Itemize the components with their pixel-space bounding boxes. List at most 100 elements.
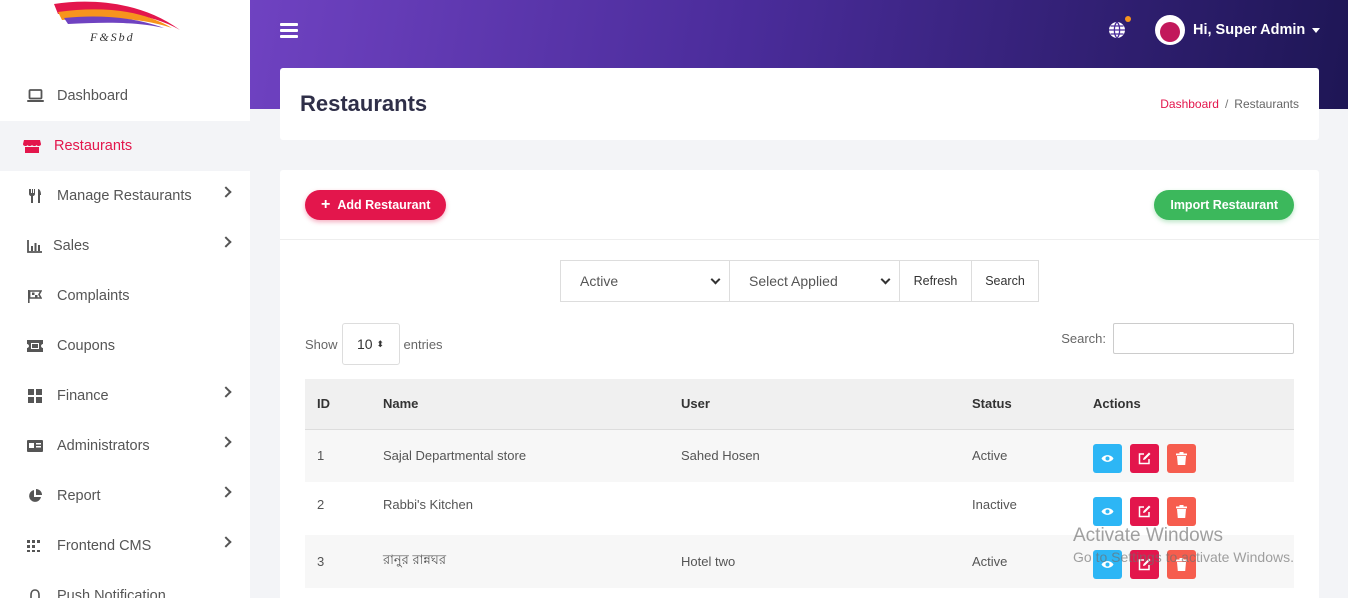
sidebar-item-label: Administrators	[57, 438, 150, 454]
edit-icon	[1138, 505, 1151, 518]
cell-id: 3	[317, 554, 325, 569]
cell-user: Hotel two	[681, 554, 736, 569]
cell-user	[669, 482, 960, 535]
edit-button[interactable]	[1130, 497, 1159, 526]
search-input[interactable]	[1113, 323, 1294, 354]
id-card-icon	[25, 438, 45, 454]
filter-bar: Active Select Applied Refresh Search	[560, 260, 1039, 302]
breadcrumb-current: Restaurants	[1234, 97, 1299, 111]
column-header-name[interactable]: Name	[371, 379, 669, 430]
watermark-title: Activate Windows	[1073, 525, 1223, 546]
sidebar-item-label: Manage Restaurants	[57, 188, 192, 204]
chevron-right-icon	[220, 536, 232, 548]
ticket-icon	[25, 338, 45, 354]
sidebar-item-label: Sales	[53, 238, 90, 254]
utensils-icon	[25, 188, 45, 204]
flag-icon	[25, 288, 45, 304]
delete-button[interactable]	[1167, 444, 1196, 474]
chevron-right-icon	[220, 486, 232, 498]
sidebar: F&Sbd Dashboard Restaurants Manage Resta…	[0, 0, 250, 598]
cell-name: রানুর রান্নঘর	[383, 552, 446, 567]
menu-toggle-icon[interactable]	[280, 23, 298, 38]
status-filter-select[interactable]: Active	[560, 260, 730, 302]
cell-name: Sajal Departmental store	[383, 448, 527, 464]
notification-dot	[1125, 16, 1131, 22]
sidebar-item-label: Finance	[57, 388, 109, 404]
add-restaurant-label: Add Restaurant	[337, 198, 431, 212]
column-header-user[interactable]: User	[669, 379, 960, 430]
breadcrumb-separator: /	[1224, 97, 1229, 111]
eye-icon	[1101, 455, 1114, 463]
bar-chart-icon	[24, 238, 44, 254]
cell-status: Inactive	[972, 497, 1017, 512]
cell-status: Active	[972, 448, 1008, 464]
user-menu[interactable]: Hi, Super Admin	[1155, 15, 1321, 45]
laptop-icon	[25, 88, 45, 104]
status-filter-value: Active	[580, 273, 619, 289]
avatar	[1155, 15, 1185, 45]
card-toolbar: + Add Restaurant Import Restaurant	[280, 170, 1319, 240]
edit-button[interactable]	[1130, 444, 1159, 474]
view-button[interactable]	[1093, 444, 1122, 474]
logo-swoosh-icon	[54, 1, 180, 30]
search-button[interactable]: Search	[972, 260, 1039, 302]
chevron-right-icon	[220, 186, 232, 198]
refresh-button[interactable]: Refresh	[900, 260, 972, 302]
chevron-right-icon	[220, 386, 232, 398]
sidebar-item-restaurants[interactable]: Restaurants	[0, 121, 250, 171]
trash-icon	[1176, 505, 1187, 518]
plus-icon: +	[321, 196, 331, 213]
sidebar-item-finance[interactable]: Finance	[0, 371, 250, 421]
view-button[interactable]	[1093, 497, 1122, 526]
sidebar-item-sales[interactable]: Sales	[0, 221, 250, 271]
sidebar-item-label: Dashboard	[57, 88, 128, 104]
applied-filter-select[interactable]: Select Applied	[730, 260, 900, 302]
entries-label: entries	[403, 336, 443, 352]
logo[interactable]: F&Sbd	[52, 0, 182, 56]
import-restaurant-button[interactable]: Import Restaurant	[1154, 190, 1294, 220]
caret-down-icon	[1312, 27, 1321, 33]
edit-icon	[1138, 452, 1151, 465]
chevron-down-icon	[880, 274, 891, 285]
sidebar-item-push-notification[interactable]: Push Notification	[0, 571, 250, 598]
sidebar-item-frontend-cms[interactable]: Frontend CMS	[0, 521, 250, 571]
chevron-down-icon	[710, 274, 721, 285]
breadcrumb-home-link[interactable]: Dashboard	[1160, 97, 1219, 111]
sidebar-item-manage-restaurants[interactable]: Manage Restaurants	[0, 171, 250, 221]
entries-select[interactable]: 10 ⬍	[341, 323, 400, 365]
pie-chart-icon	[25, 488, 45, 504]
dots-grid-icon	[25, 538, 45, 554]
sidebar-item-label: Complaints	[57, 288, 130, 304]
chevron-right-icon	[220, 236, 232, 248]
logo-brand-text: F&Sbd	[90, 30, 135, 44]
sidebar-item-label: Push Notification	[57, 588, 166, 598]
applied-filter-value: Select Applied	[749, 273, 838, 289]
table-search: Search:	[1061, 323, 1294, 354]
grid-icon	[25, 388, 45, 404]
sidebar-item-label: Restaurants	[54, 138, 133, 154]
cell-name: Rabbi's Kitchen	[383, 497, 473, 512]
cell-id: 2	[317, 497, 325, 512]
add-restaurant-button[interactable]: + Add Restaurant	[305, 190, 447, 220]
column-header-status[interactable]: Status	[960, 379, 1081, 430]
cell-status: Active	[972, 554, 1008, 569]
sidebar-item-report[interactable]: Report	[0, 471, 250, 521]
sidebar-item-coupons[interactable]: Coupons	[0, 321, 250, 371]
sidebar-item-administrators[interactable]: Administrators	[0, 421, 250, 471]
show-label: Show	[305, 336, 338, 352]
user-greeting: Hi, Super Admin	[1193, 22, 1306, 38]
entries-length-control: Show 10 ⬍ entries	[305, 323, 443, 365]
language-globe-icon[interactable]	[1107, 16, 1131, 40]
sidebar-item-label: Report	[57, 488, 101, 504]
watermark-subtitle: Go to Settings to activate Windows.	[1073, 549, 1294, 565]
sort-arrows-icon: ⬍	[376, 338, 385, 349]
column-header-id[interactable]: ID	[305, 379, 371, 430]
table-header-row: ID Name User Status Actions	[305, 379, 1294, 430]
page-title: Restaurants	[300, 91, 428, 116]
cell-actions	[1081, 429, 1294, 482]
sidebar-item-dashboard[interactable]: Dashboard	[0, 71, 250, 121]
delete-button[interactable]	[1167, 497, 1196, 526]
sidebar-item-label: Frontend CMS	[57, 538, 152, 554]
search-label: Search:	[1061, 331, 1106, 346]
sidebar-item-complaints[interactable]: Complaints	[0, 271, 250, 321]
